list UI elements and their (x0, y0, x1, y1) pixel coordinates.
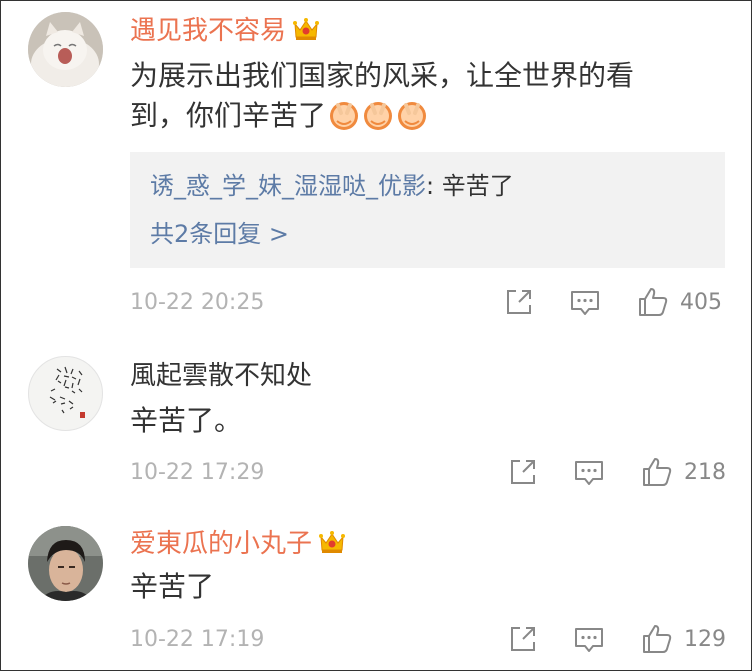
clasped-hands-emoji (362, 99, 394, 142)
avatar[interactable] (28, 526, 103, 601)
comment-icon[interactable] (572, 622, 606, 656)
reply-line: 诱_惑_学_妹_湿湿哒_优影: 辛苦了 (150, 170, 514, 202)
username[interactable]: 遇见我不容易 (130, 16, 320, 49)
like-icon[interactable] (640, 622, 674, 656)
username[interactable]: 風起雲散不知处 (130, 361, 312, 391)
reply-username[interactable]: 诱_惑_学_妹_湿湿哒_优影 (150, 172, 426, 200)
like-count: 405 (680, 290, 722, 315)
more-replies-link[interactable]: 共2条回复 > (150, 218, 289, 250)
share-icon[interactable] (506, 622, 540, 656)
comment-text: 为展示出我们国家的风采，让全世界的看 到，你们辛苦了 (130, 56, 690, 142)
clasped-hands-emoji (396, 99, 428, 142)
share-icon[interactable] (502, 285, 536, 319)
username-text[interactable]: 爱東瓜的小丸子 (130, 529, 312, 559)
comment-text-line: 辛苦了。 (130, 404, 243, 437)
comment-text: 辛苦了 (130, 567, 690, 607)
clasped-hands-emoji (328, 99, 360, 142)
comment-text-line: 辛苦了 (130, 570, 215, 603)
avatar[interactable] (28, 12, 103, 87)
comment-meta: 10-22 17:29 218 (0, 453, 752, 493)
vip-crown-icon (292, 16, 320, 49)
like-icon[interactable] (636, 285, 670, 319)
like-icon[interactable] (640, 455, 674, 489)
comment-text-line: 到，你们辛苦了 (130, 96, 690, 142)
username[interactable]: 爱東瓜的小丸子 (130, 529, 346, 562)
comment-icon[interactable] (572, 455, 606, 489)
timestamp: 10-22 17:29 (130, 460, 265, 485)
comment-icon[interactable] (568, 285, 602, 319)
reply-separator: : (426, 172, 442, 200)
comment-text-segment: 到，你们辛苦了 (130, 99, 327, 132)
timestamp: 10-22 20:25 (130, 290, 265, 315)
comment-meta: 10-22 20:25 405 (0, 283, 752, 323)
reply-box[interactable]: 诱_惑_学_妹_湿湿哒_优影: 辛苦了 共2条回复 > (130, 152, 725, 268)
comment-meta: 10-22 17:19 129 (0, 620, 752, 660)
avatar[interactable] (28, 356, 103, 431)
like-count: 129 (684, 627, 726, 652)
timestamp: 10-22 17:19 (130, 627, 265, 652)
comment-text-line: 为展示出我们国家的风采，让全世界的看 (130, 59, 635, 92)
username-text[interactable]: 遇见我不容易 (130, 16, 286, 46)
like-count: 218 (684, 460, 726, 485)
comment-text: 辛苦了。 (130, 401, 690, 441)
share-icon[interactable] (506, 455, 540, 489)
username-text[interactable]: 風起雲散不知处 (130, 361, 312, 391)
reply-text: 辛苦了 (441, 172, 514, 200)
vip-crown-icon (318, 529, 346, 562)
